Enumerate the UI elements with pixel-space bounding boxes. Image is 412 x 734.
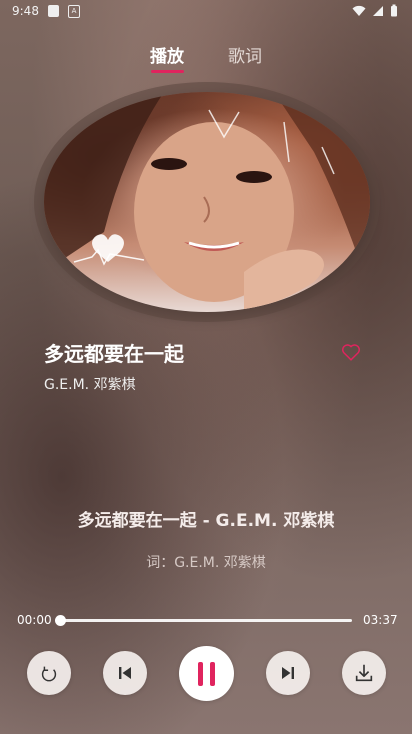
skip-previous-icon <box>119 667 131 679</box>
status-bar: 9:48 A <box>0 0 412 24</box>
play-pause-button[interactable] <box>179 646 234 701</box>
notification-icon <box>48 5 59 17</box>
app-notification-icon: A <box>68 5 80 18</box>
download-button[interactable] <box>342 651 386 695</box>
signal-icon <box>373 5 383 16</box>
status-right <box>352 4 398 17</box>
tab-lyrics[interactable]: 歌词 <box>228 42 262 67</box>
progress-thumb[interactable] <box>55 615 66 626</box>
progress-slider[interactable] <box>55 615 352 626</box>
album-art-illustration <box>44 92 370 312</box>
pause-icon <box>197 661 215 686</box>
favorite-heart-icon[interactable] <box>340 341 362 363</box>
download-icon <box>355 664 373 682</box>
current-time: 00:00 <box>17 613 52 627</box>
song-artist[interactable]: G.E.M. 邓紫棋 <box>44 374 136 394</box>
lyric-title-line: 多远都要在一起 - G.E.M. 邓紫棋 <box>77 511 335 531</box>
tab-bar: 播放 歌词 <box>0 40 412 80</box>
song-title: 多远都要在一起 <box>44 342 184 366</box>
battery-icon <box>391 4 397 17</box>
previous-button[interactable] <box>103 651 147 695</box>
wifi-icon <box>352 5 366 16</box>
total-time: 03:37 <box>363 613 398 627</box>
skip-next-icon <box>282 667 294 679</box>
next-button[interactable] <box>266 651 310 695</box>
tab-play[interactable]: 播放 <box>150 42 184 67</box>
lyric-current-line: 词：G.E.M. 邓紫棋 <box>146 555 266 571</box>
status-time: 9:48 <box>12 4 39 18</box>
album-art <box>44 92 370 312</box>
repeat-icon <box>41 666 57 682</box>
active-tab-indicator <box>151 70 184 73</box>
loop-button[interactable] <box>27 651 71 695</box>
